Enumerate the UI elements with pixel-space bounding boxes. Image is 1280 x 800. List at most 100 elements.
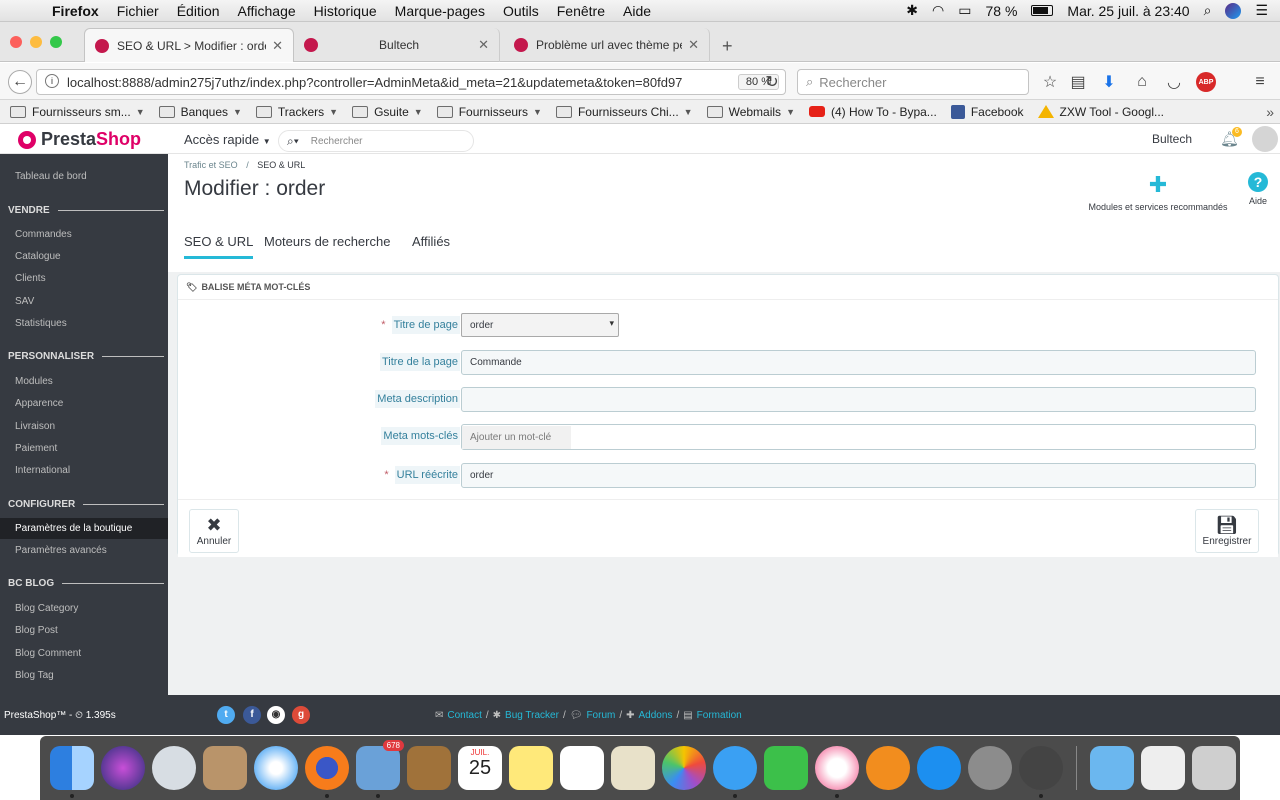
bookmark-folder-gsuite[interactable]: Gsuite ▼ xyxy=(352,105,423,119)
meta-description-input[interactable] xyxy=(461,387,1256,412)
sidebar-item-apparence[interactable]: Apparence xyxy=(15,398,63,409)
menu-outils[interactable]: Outils xyxy=(503,3,539,19)
downloads-icon[interactable]: ⬇ xyxy=(1097,70,1121,94)
site-info-icon[interactable]: i xyxy=(45,74,59,88)
twitter-icon[interactable]: t xyxy=(217,706,235,724)
menu-aide[interactable]: Aide xyxy=(623,3,651,19)
breadcrumb-item-seo-url[interactable]: SEO & URL xyxy=(257,160,305,170)
sidebar-item-blog-post[interactable]: Blog Post xyxy=(15,625,58,636)
cancel-button[interactable]: ✖ Annuler xyxy=(189,509,239,553)
sidebar-item-international[interactable]: International xyxy=(15,465,70,476)
prestashop-logo[interactable]: Presta Shop xyxy=(18,129,141,150)
menu-affichage[interactable]: Affichage xyxy=(238,3,296,19)
reading-list-icon[interactable]: ▤ xyxy=(1066,70,1090,94)
tab-affilies[interactable]: Affiliés xyxy=(412,234,450,256)
calculator-icon[interactable] xyxy=(203,746,247,790)
siri-icon[interactable] xyxy=(1225,2,1242,19)
battery-percent[interactable]: 78 % xyxy=(985,3,1017,19)
save-button[interactable]: 💾︎ Enregistrer xyxy=(1195,509,1259,553)
footer-link-forum[interactable]: Forum xyxy=(586,710,615,721)
menu-historique[interactable]: Historique xyxy=(314,3,377,19)
safari-icon[interactable] xyxy=(254,746,298,790)
reload-icon[interactable]: ↻ xyxy=(760,70,784,94)
breadcrumb-item-trafic-seo[interactable]: Trafic et SEO xyxy=(184,160,238,170)
sidebar-item-modules[interactable]: Modules xyxy=(15,376,53,387)
browser-search-input[interactable]: ⌕ Rechercher xyxy=(797,69,1029,95)
sidebar-item-commandes[interactable]: Commandes xyxy=(15,229,72,240)
photos-icon[interactable] xyxy=(662,746,706,790)
search-icon[interactable]: ⌕▾ xyxy=(287,134,299,149)
pocket-icon[interactable]: ◡ xyxy=(1162,70,1186,94)
close-tab-icon[interactable]: ✕ xyxy=(272,38,283,54)
bookmark-folder-trackers[interactable]: Trackers ▼ xyxy=(255,105,338,119)
facebook-icon[interactable]: f xyxy=(243,706,261,724)
spotlight-icon[interactable]: ⌕ xyxy=(1204,2,1212,19)
sidebar-item-sav[interactable]: SAV xyxy=(15,296,34,307)
siri-icon[interactable] xyxy=(101,746,145,790)
footer-link-bug-tracker[interactable]: Bug Tracker xyxy=(505,710,559,721)
footer-link-contact[interactable]: Contact xyxy=(447,710,481,721)
sidebar-item-blog-tag[interactable]: Blog Tag xyxy=(15,670,54,681)
firefox-icon[interactable] xyxy=(305,746,349,798)
system-preferences-icon[interactable] xyxy=(968,746,1012,790)
menu-marque-pages[interactable]: Marque-pages xyxy=(395,3,485,19)
menu-fenetre[interactable]: Fenêtre xyxy=(557,3,605,19)
url-text[interactable]: localhost:8888/admin275j7uthz/index.php?… xyxy=(67,75,682,90)
sidebar-item-clients[interactable]: Clients xyxy=(15,273,46,284)
calendar-icon[interactable]: JUIL. 25 xyxy=(458,746,502,790)
bookmark-folder-fournisseurs-sm[interactable]: Fournisseurs sm... ▼ xyxy=(10,105,145,119)
app-store-icon[interactable] xyxy=(917,746,961,790)
sidebar-item-blog-comment[interactable]: Blog Comment xyxy=(15,648,81,659)
tab-probleme-url[interactable]: Problème url avec thème pers ✕ xyxy=(504,28,710,62)
launchpad-icon[interactable] xyxy=(152,746,196,790)
back-icon[interactable]: ← xyxy=(8,70,32,94)
close-tab-icon[interactable]: ✕ xyxy=(478,37,489,53)
tab-moteurs-recherche[interactable]: Moteurs de recherche xyxy=(264,234,390,256)
reminders-icon[interactable] xyxy=(560,746,604,790)
page-title-input[interactable]: Commande xyxy=(461,350,1256,375)
menu-fichier[interactable]: Fichier xyxy=(117,3,159,19)
bookmark-folder-webmails[interactable]: Webmails ▼ xyxy=(706,105,795,119)
sidebar-item-statistiques[interactable]: Statistiques xyxy=(15,318,67,329)
rewritten-url-input[interactable]: order xyxy=(461,463,1256,488)
bookmark-facebook[interactable]: Facebook xyxy=(950,104,1024,119)
sidebar-item-livraison[interactable]: Livraison xyxy=(15,421,55,432)
airplay-icon[interactable]: ▭ xyxy=(958,2,971,19)
github-icon[interactable]: ◉ xyxy=(267,706,285,724)
shop-name-link[interactable]: Bultech xyxy=(1152,132,1192,146)
clock[interactable]: Mar. 25 juil. à 23:40 xyxy=(1067,3,1189,19)
hamburger-menu-icon[interactable]: ≡ xyxy=(1248,70,1272,94)
meta-keywords-tag-input[interactable]: Ajouter un mot-clé xyxy=(461,424,1256,450)
mail-icon[interactable]: 678 xyxy=(356,740,404,798)
sidebar-item-dashboard[interactable]: Tableau de bord xyxy=(15,171,87,182)
sidebar-item-parametres-avances[interactable]: Paramètres avancés xyxy=(15,545,107,556)
battery-icon[interactable] xyxy=(1031,5,1054,16)
help-button[interactable]: ? Aide xyxy=(1246,172,1270,206)
finder-icon[interactable] xyxy=(50,746,94,798)
mamp-icon[interactable] xyxy=(1019,746,1063,798)
sidebar-item-parametres-boutique[interactable]: Paramètres de la boutique xyxy=(0,518,168,539)
sidebar-item-paiement[interactable]: Paiement xyxy=(15,443,57,454)
bookmarks-overflow-icon[interactable]: » xyxy=(1266,104,1274,120)
trash-icon[interactable] xyxy=(1192,746,1236,790)
quick-access-dropdown[interactable]: Accès rapide ▼ xyxy=(184,132,271,147)
google-plus-icon[interactable]: g xyxy=(292,706,310,724)
notes-icon[interactable] xyxy=(509,746,553,790)
sidebar-item-blog-category[interactable]: Blog Category xyxy=(15,603,78,614)
bookmark-folder-banques[interactable]: Banques ▼ xyxy=(158,105,242,119)
tab-seo-url[interactable]: SEO & URL xyxy=(184,234,254,259)
bookmark-star-icon[interactable]: ☆ xyxy=(1038,70,1062,94)
recommended-modules-button[interactable]: ✚ Modules et services recommandés xyxy=(1078,172,1238,212)
tab-bultech[interactable]: Bultech ✕ xyxy=(294,28,500,62)
url-bar[interactable]: i localhost:8888/admin275j7uthz/index.ph… xyxy=(36,69,786,95)
wifi-icon[interactable]: ◠ xyxy=(932,2,944,19)
folder-icon[interactable] xyxy=(1090,746,1134,790)
messages-icon[interactable] xyxy=(713,746,757,798)
footer-link-addons[interactable]: Addons xyxy=(639,710,673,721)
bookmark-folder-fournisseurs-chi[interactable]: Fournisseurs Chi... ▼ xyxy=(555,105,693,119)
adblock-icon[interactable]: ABP xyxy=(1196,72,1216,92)
ibooks-icon[interactable] xyxy=(866,746,910,790)
facetime-icon[interactable] xyxy=(764,746,808,790)
page-select[interactable]: order xyxy=(461,313,619,337)
maximize-window-icon[interactable] xyxy=(50,36,62,48)
